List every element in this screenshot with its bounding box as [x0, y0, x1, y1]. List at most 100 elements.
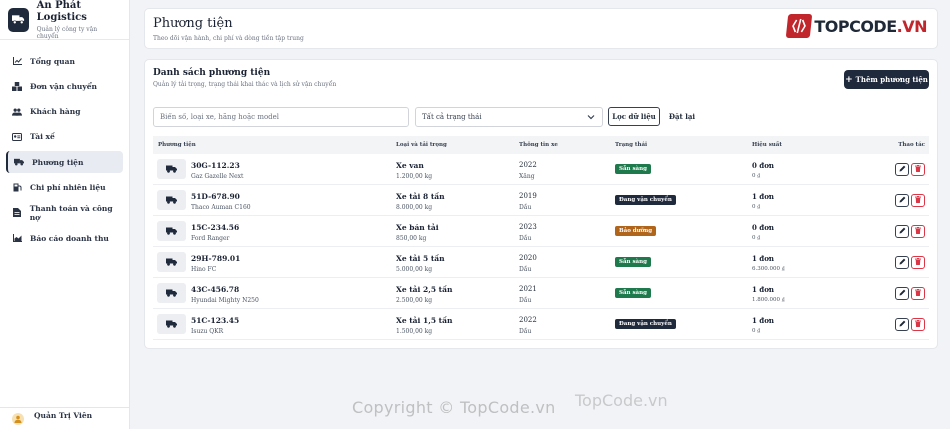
delete-button[interactable] [911, 318, 925, 331]
column-header-performance: Hiệu suất [752, 142, 782, 148]
vehicle-type: Xe tải 5 tấn [396, 254, 445, 263]
table-row[interactable]: 51D-678.90 Thaco Auman C160 Xe tải 8 tấn… [153, 185, 929, 216]
table-row[interactable]: 29H-789.01 Hino FC Xe tải 5 tấn 5.000,00… [153, 247, 929, 278]
pencil-icon [899, 320, 906, 329]
brand[interactable]: An Phát Logistics Quản lý công ty vận ch… [0, 0, 129, 40]
sidebar-item-label: Khách hàng [30, 107, 81, 117]
sidebar-item-don-van-chuyen[interactable]: Đơn vận chuyển [6, 75, 123, 97]
status-badge: Sẵn sàng [615, 164, 651, 174]
vehicle-revenue: 0 ₫ [752, 204, 761, 210]
sidebar-item-label: Báo cáo doanh thu [30, 233, 109, 243]
vehicle-load: 1.500,00 kg [396, 328, 433, 335]
list-subtitle: Quản lý tải trọng, trạng thái khai thác … [153, 81, 337, 88]
sidebar-item-tai-xe[interactable]: Tài xế [6, 126, 123, 148]
column-header-status: Trạng thái [615, 142, 648, 148]
vehicle-plate: 30G-112.23 [191, 161, 240, 170]
edit-button[interactable] [895, 194, 909, 207]
edit-button[interactable] [895, 287, 909, 300]
vehicle-model: Ford Ranger [191, 235, 230, 242]
edit-button[interactable] [895, 163, 909, 176]
vehicle-fuel: Dầu [519, 204, 532, 211]
status-select-value: Tất cả trạng thái [422, 113, 482, 121]
status-badge: Đang vận chuyển [615, 319, 676, 329]
vehicle-type: Xe tải 8 tấn [396, 192, 445, 201]
watermark-copyright: Copyright © TopCode.vn [352, 398, 556, 417]
vehicle-load: 850,00 kg [396, 235, 427, 242]
trash-icon [915, 196, 921, 205]
reset-button[interactable]: Đặt lại [665, 107, 699, 126]
vehicle-orders: 1 đơn [752, 316, 774, 325]
pencil-icon [899, 227, 906, 236]
sidebar-item-label: Tài xế [30, 132, 55, 142]
vehicle-type: Xe van [396, 161, 424, 170]
file-invoice-icon [12, 208, 22, 218]
column-header-actions: Thao tác [898, 142, 925, 148]
table-row[interactable]: 30G-112.23 Gaz Gazelle Next Xe van 1.200… [153, 154, 929, 185]
user-avatar-icon [12, 412, 24, 425]
user-profile[interactable]: Quản Trị Viên [0, 407, 130, 429]
page-header: Phương tiện Theo dõi vận hành, chi phí v… [144, 8, 938, 49]
pencil-icon [899, 289, 906, 298]
status-badge: Sẵn sàng [615, 288, 651, 298]
delete-button[interactable] [911, 256, 925, 269]
delete-button[interactable] [911, 163, 925, 176]
search-input[interactable] [153, 107, 409, 127]
boxes-icon [12, 81, 22, 91]
table-row[interactable]: 43C-456.78 Hyundai Mighty N250 Xe tải 2,… [153, 278, 929, 309]
vehicle-year: 2023 [519, 223, 537, 231]
vehicle-fuel: Dầu [519, 328, 532, 335]
watermark-secondary: TopCode.vn [575, 391, 668, 410]
status-select[interactable]: Tất cả trạng thái [415, 107, 603, 127]
delete-button[interactable] [911, 194, 925, 207]
table-row[interactable]: 15C-234.56 Ford Ranger Xe bán tải 850,00… [153, 216, 929, 247]
vehicle-list-card: Danh sách phương tiện Quản lý tải trọng,… [144, 59, 938, 349]
brand-name: An Phát Logistics [36, 0, 87, 23]
column-header-vehicle-info: Thông tin xe [519, 142, 558, 148]
sidebar: An Phát Logistics Quản lý công ty vận ch… [0, 0, 130, 429]
vehicle-orders: 1 đơn [752, 285, 774, 294]
vehicle-model: Gaz Gazelle Next [191, 173, 244, 180]
sidebar-item-tong-quan[interactable]: Tổng quan [6, 50, 123, 72]
pencil-icon [899, 258, 906, 267]
sidebar-item-khach-hang[interactable]: Khách hàng [6, 101, 123, 123]
sidebar-item-label: Tổng quan [30, 56, 75, 66]
truck-logo-icon [8, 7, 29, 32]
vehicle-year: 2021 [519, 285, 537, 293]
filter-button[interactable]: Lọc dữ liệu [608, 107, 660, 126]
truck-icon [157, 159, 186, 179]
topcode-logo-icon [786, 14, 813, 38]
topcode-logo[interactable]: TOPCODE.VN [786, 14, 928, 38]
sidebar-item-phuong-tien[interactable]: Phương tiện [6, 151, 123, 174]
delete-button[interactable] [911, 225, 925, 238]
add-vehicle-label: Thêm phương tiện [855, 75, 928, 84]
vehicle-type: Xe tải 2,5 tấn [396, 285, 453, 294]
truck-icon [157, 221, 186, 241]
vehicle-fuel: Dầu [519, 266, 532, 273]
list-title: Danh sách phương tiện [153, 68, 271, 78]
sidebar-item-chi-phi-nhien-lieu[interactable]: Chi phí nhiên liệu [6, 176, 123, 198]
add-vehicle-button[interactable]: + Thêm phương tiện [844, 70, 929, 89]
sidebar-item-label: Thanh toán và công nợ [29, 203, 113, 222]
status-badge: Sẵn sàng [615, 257, 651, 267]
edit-button[interactable] [895, 256, 909, 269]
sidebar-item-label: Chi phí nhiên liệu [30, 182, 106, 192]
vehicle-load: 2.500,00 kg [396, 297, 433, 304]
vehicle-type: Xe bán tải [396, 223, 439, 232]
sidebar-item-bao-cao-doanh-thu[interactable]: Báo cáo doanh thu [6, 227, 123, 249]
column-header-vehicle: Phương tiện [158, 142, 196, 148]
table-row[interactable]: 51C-123.45 Isuzu QKR Xe tải 1,5 tấn 1.50… [153, 309, 929, 340]
truck-icon [157, 190, 186, 210]
edit-button[interactable] [895, 318, 909, 331]
pencil-icon [899, 165, 906, 174]
column-header-type-load: Loại và tải trọng [396, 142, 447, 148]
delete-button[interactable] [911, 287, 925, 300]
sidebar-item-thanh-toan[interactable]: Thanh toán và công nợ [6, 202, 123, 224]
edit-button[interactable] [895, 225, 909, 238]
vehicle-fuel: Dầu [519, 297, 532, 304]
vehicle-revenue: 1.800.000 ₫ [752, 297, 785, 303]
id-card-icon [12, 132, 22, 142]
vehicle-plate: 51D-678.90 [191, 192, 240, 201]
chevron-down-icon [587, 113, 595, 123]
truck-icon [157, 252, 186, 272]
vehicle-orders: 0 đơn [752, 161, 774, 170]
